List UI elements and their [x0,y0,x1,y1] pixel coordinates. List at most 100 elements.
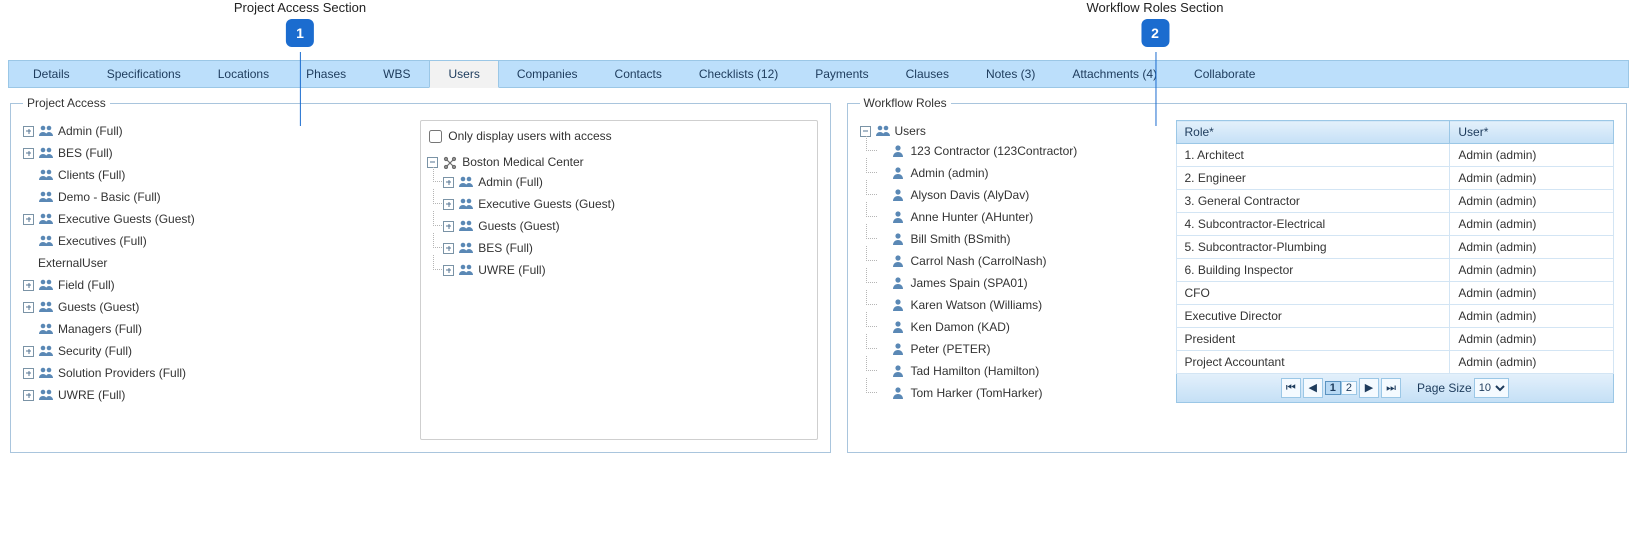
tree-item[interactable]: Ken Damon (KAD) [876,316,1160,338]
tree-item[interactable]: Anne Hunter (AHunter) [876,206,1160,228]
tree-item-label[interactable]: Peter (PETER) [911,340,991,358]
tree-item[interactable]: 123 Contractor (123Contractor) [876,140,1160,162]
table-row[interactable]: Executive DirectorAdmin (admin) [1176,305,1614,328]
table-row[interactable]: Project AccountantAdmin (admin) [1176,351,1614,374]
cell-user[interactable]: Admin (admin) [1450,236,1614,259]
table-row[interactable]: CFOAdmin (admin) [1176,282,1614,305]
tree-item-label[interactable]: Anne Hunter (AHunter) [911,208,1034,226]
tree-item-label[interactable]: Admin (Full) [58,122,123,140]
tree-item-label[interactable]: Tom Harker (TomHarker) [911,384,1043,402]
table-row[interactable]: 4. Subcontractor-ElectricalAdmin (admin) [1176,213,1614,236]
tree-item-label[interactable]: BES (Full) [58,144,113,162]
table-row[interactable]: 6. Building InspectorAdmin (admin) [1176,259,1614,282]
tree-toggle[interactable] [23,214,34,225]
tree-item[interactable]: Admin (Full) [23,120,406,142]
tree-item-label[interactable]: UWRE (Full) [58,386,125,404]
table-row[interactable]: 2. EngineerAdmin (admin) [1176,167,1614,190]
tree-item-label[interactable]: James Spain (SPA01) [911,274,1028,292]
table-row[interactable]: 1. ArchitectAdmin (admin) [1176,144,1614,167]
tree-item-label[interactable]: Admin (Full) [478,173,543,191]
table-header-user[interactable]: User* [1450,121,1614,144]
tab-locations[interactable]: Locations [200,61,288,87]
tree-item[interactable]: Admin (Full) [443,171,810,193]
table-row[interactable]: 3. General ContractorAdmin (admin) [1176,190,1614,213]
tree-toggle[interactable] [23,280,34,291]
cell-role[interactable]: CFO [1176,282,1450,305]
tree-item[interactable]: Solution Providers (Full) [23,362,406,384]
tree-item-label[interactable]: Clients (Full) [58,166,125,184]
tab-companies[interactable]: Companies [499,61,597,87]
tab-notes-3-[interactable]: Notes (3) [968,61,1054,87]
tree-item-label[interactable]: Tad Hamilton (Hamilton) [911,362,1040,380]
table-row[interactable]: 5. Subcontractor-PlumbingAdmin (admin) [1176,236,1614,259]
tree-toggle[interactable] [443,177,454,188]
tree-item-label[interactable]: Guests (Guest) [58,298,139,316]
tab-checklists-12-[interactable]: Checklists (12) [681,61,797,87]
tree-toggle[interactable] [860,126,871,137]
tree-toggle[interactable] [443,199,454,210]
tree-item[interactable]: ExternalUser [23,252,406,274]
tree-item-label[interactable]: Executive Guests (Guest) [58,210,195,228]
cell-role[interactable]: 5. Subcontractor-Plumbing [1176,236,1450,259]
tree-item[interactable]: Executive Guests (Guest) [443,193,810,215]
tree-item-label[interactable]: Executives (Full) [58,232,147,250]
tree-item-label[interactable]: Admin (admin) [911,164,989,182]
tree-item-label[interactable]: Field (Full) [58,276,115,294]
cell-user[interactable]: Admin (admin) [1450,351,1614,374]
tree-toggle[interactable] [23,126,34,137]
tree-item[interactable]: James Spain (SPA01) [876,272,1160,294]
pager-next-button[interactable]: ▶ [1359,378,1379,398]
tab-clauses[interactable]: Clauses [888,61,968,87]
tree-item[interactable]: Guests (Guest) [443,215,810,237]
tab-collaborate[interactable]: Collaborate [1176,61,1274,87]
tree-item-org[interactable]: Boston Medical Center Admin (Full) Executi… [427,151,810,283]
tab-details[interactable]: Details [15,61,89,87]
tree-item[interactable]: Executive Guests (Guest) [23,208,406,230]
tab-contacts[interactable]: Contacts [597,61,681,87]
tree-toggle[interactable] [23,368,34,379]
tree-item[interactable]: Peter (PETER) [876,338,1160,360]
tree-item-label[interactable]: Executive Guests (Guest) [478,195,615,213]
cell-user[interactable]: Admin (admin) [1450,305,1614,328]
cell-user[interactable]: Admin (admin) [1450,144,1614,167]
tree-item-label[interactable]: Carrol Nash (CarrolNash) [911,252,1047,270]
tree-toggle[interactable] [23,148,34,159]
tree-item-label[interactable]: UWRE (Full) [478,261,545,279]
tree-item[interactable]: Demo - Basic (Full) [23,186,406,208]
cell-user[interactable]: Admin (admin) [1450,167,1614,190]
tree-item[interactable]: Executives (Full) [23,230,406,252]
pager-prev-button[interactable]: ◀ [1303,378,1323,398]
tree-toggle[interactable] [443,243,454,254]
pager-page-size-select[interactable]: 10 [1474,378,1509,398]
tree-item-label[interactable]: Boston Medical Center [462,153,583,171]
tree-item-label[interactable]: ExternalUser [38,254,107,272]
tree-item-label[interactable]: Managers (Full) [58,320,142,338]
tree-item[interactable]: Admin (admin) [876,162,1160,184]
tree-item[interactable]: UWRE (Full) [443,259,810,281]
tree-toggle[interactable] [443,265,454,276]
tree-item[interactable]: Karen Watson (Williams) [876,294,1160,316]
tree-item[interactable]: Carrol Nash (CarrolNash) [876,250,1160,272]
tree-item[interactable]: Security (Full) [23,340,406,362]
tree-item-label[interactable]: Demo - Basic (Full) [58,188,161,206]
tree-toggle[interactable] [427,157,438,168]
cell-user[interactable]: Admin (admin) [1450,190,1614,213]
tree-item[interactable]: Tad Hamilton (Hamilton) [876,360,1160,382]
tab-specifications[interactable]: Specifications [89,61,200,87]
tree-item-label[interactable]: Bill Smith (BSmith) [911,230,1011,248]
cell-role[interactable]: 6. Building Inspector [1176,259,1450,282]
tree-item-label[interactable]: Ken Damon (KAD) [911,318,1010,336]
tab-wbs[interactable]: WBS [365,61,429,87]
pager-last-button[interactable]: ⏭ [1381,378,1401,398]
tab-payments[interactable]: Payments [797,61,887,87]
tree-toggle[interactable] [443,221,454,232]
tab-attachments-4-[interactable]: Attachments (4) [1054,61,1176,87]
only-display-label[interactable]: Only display users with access [448,129,611,143]
tree-item-label[interactable]: Users [895,122,926,140]
tree-toggle[interactable] [23,390,34,401]
tree-toggle[interactable] [23,302,34,313]
tree-item[interactable]: Managers (Full) [23,318,406,340]
tree-item[interactable]: BES (Full) [443,237,810,259]
tree-toggle[interactable] [23,346,34,357]
tree-item-label[interactable]: Alyson Davis (AlyDav) [911,186,1030,204]
